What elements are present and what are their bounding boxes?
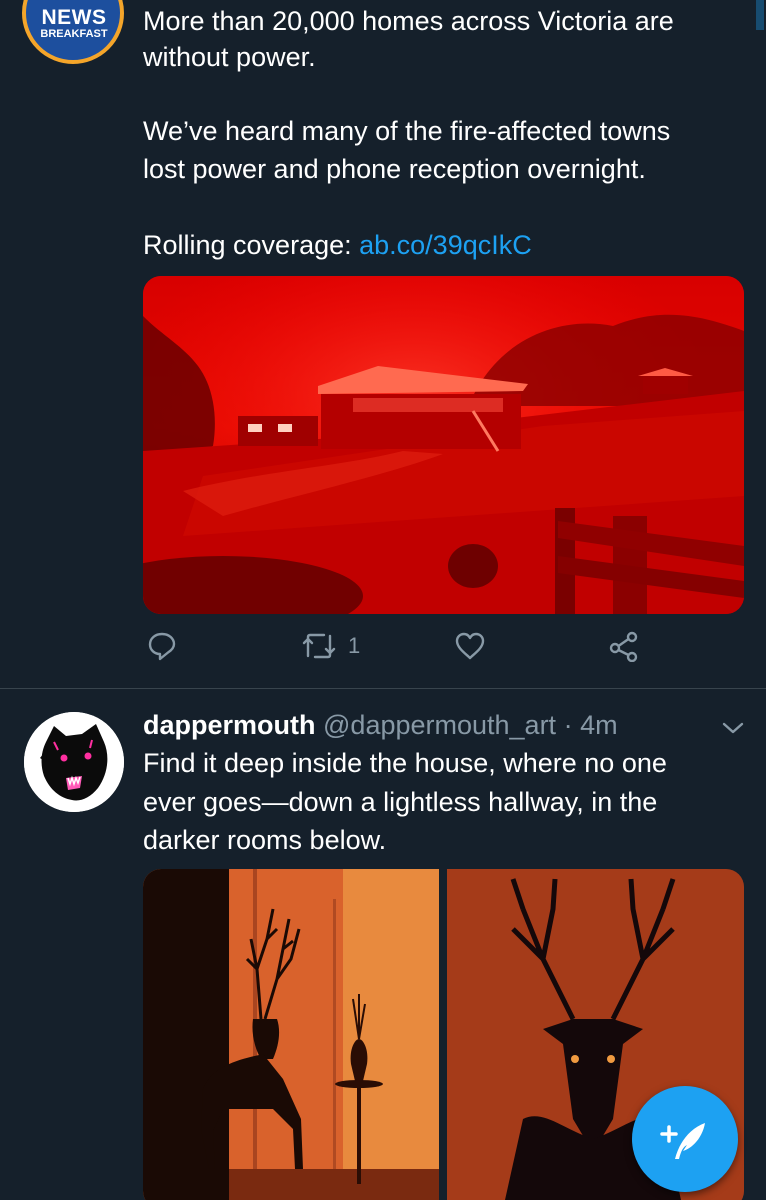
user-handle[interactable]: @dappermouth_art bbox=[323, 710, 556, 740]
tweet-text-coverage: Rolling coverage: ab.co/39qcIkC bbox=[143, 226, 743, 264]
share-icon bbox=[609, 631, 638, 662]
avatar-logo-news: NEWS bbox=[41, 6, 107, 29]
tweet-text-line: without power. bbox=[143, 42, 316, 72]
tweet-menu-button[interactable] bbox=[720, 718, 746, 743]
tweet-media-photo[interactable] bbox=[143, 276, 744, 614]
tweet-text-line: ever goes—down a lightless hallway, in t… bbox=[143, 787, 658, 817]
reply-button[interactable] bbox=[146, 630, 178, 662]
tweet-news-breakfast[interactable]: NEWS BREAKFAST More than 20,000 homes ac… bbox=[0, 0, 766, 688]
retweet-count: 1 bbox=[348, 633, 361, 658]
news-breakfast-avatar[interactable]: NEWS BREAKFAST bbox=[22, 0, 124, 64]
coverage-link[interactable]: ab.co/39qcIkC bbox=[359, 230, 532, 260]
retweet-button[interactable]: 1 bbox=[300, 630, 360, 662]
display-name[interactable]: dappermouth bbox=[143, 710, 316, 740]
retweet-icon bbox=[302, 633, 336, 659]
like-button[interactable] bbox=[454, 630, 486, 662]
header-separator: · bbox=[563, 710, 573, 740]
timeline-screen: NEWS BREAKFAST More than 20,000 homes ac… bbox=[0, 0, 766, 1200]
share-button[interactable] bbox=[608, 630, 640, 662]
avatar-logo-breakfast: BREAKFAST bbox=[40, 28, 108, 40]
compose-tweet-icon bbox=[660, 1123, 705, 1159]
tweet-text-line: We’ve heard many of the fire-affected to… bbox=[143, 116, 671, 146]
tweet-time: 4m bbox=[580, 710, 618, 740]
scroll-indicator bbox=[756, 0, 764, 30]
tweet-text-line: Find it deep inside the house, where no … bbox=[143, 748, 667, 778]
bushfire-house-photo bbox=[143, 276, 744, 614]
tweet-divider bbox=[0, 688, 766, 689]
panther-avatar-icon bbox=[24, 712, 124, 812]
tweet-text-line: More than 20,000 homes across Victoria a… bbox=[143, 6, 674, 36]
tweet-actions: 1 bbox=[0, 630, 766, 674]
tweet-text-line: lost power and phone reception overnight… bbox=[143, 154, 646, 184]
reply-icon bbox=[148, 632, 176, 661]
dappermouth-avatar[interactable] bbox=[24, 712, 124, 812]
heart-icon bbox=[455, 632, 485, 660]
tweet-text-line: darker rooms below. bbox=[143, 825, 387, 855]
tweet-header: dappermouth @dappermouth_art · 4m bbox=[143, 706, 618, 744]
chevron-down-icon bbox=[722, 722, 744, 734]
compose-tweet-button[interactable] bbox=[632, 1086, 738, 1192]
coverage-label: Rolling coverage: bbox=[143, 230, 360, 260]
